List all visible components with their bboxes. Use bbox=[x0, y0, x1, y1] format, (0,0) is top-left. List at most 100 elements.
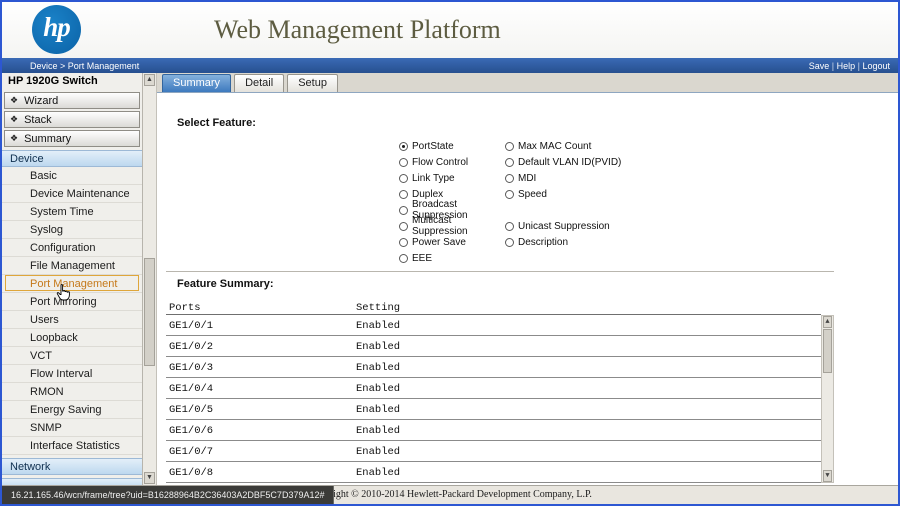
sidebar-scrollbar[interactable]: ▲ ▼ bbox=[143, 73, 157, 485]
sidebar-item-summary[interactable]: ❖ Summary bbox=[4, 130, 140, 147]
feature-option-flow-control[interactable]: Flow Control bbox=[399, 157, 505, 168]
sidebar-item-stack[interactable]: ❖ Stack bbox=[4, 111, 140, 128]
table-row[interactable]: GE1/0/4 Enabled bbox=[166, 378, 821, 399]
feature-option-portstate[interactable]: PortState bbox=[399, 141, 505, 152]
radio-flow-control[interactable] bbox=[399, 157, 408, 167]
sidebar-item-device-maintenance[interactable]: Device Maintenance bbox=[2, 185, 142, 203]
radio-default-vlan-id-pvid[interactable] bbox=[505, 157, 514, 167]
radio-multicast-suppression[interactable] bbox=[399, 221, 408, 231]
sidebar-item-device[interactable]: Device bbox=[2, 150, 142, 167]
feature-option-eee[interactable]: EEE bbox=[399, 253, 505, 264]
radio-duplex[interactable] bbox=[399, 189, 408, 199]
scroll-down-icon[interactable]: ▼ bbox=[823, 470, 832, 482]
sidebar-item-syslog[interactable]: Syslog bbox=[2, 221, 142, 239]
sidebar-item-port-management[interactable]: Port Management bbox=[2, 275, 142, 293]
sidebar-item-rmon[interactable]: RMON bbox=[2, 383, 142, 401]
feature-row: Link Type MDI bbox=[399, 170, 621, 186]
sidebar-item-label: SNMP bbox=[30, 421, 62, 434]
feature-option-duplex[interactable]: Duplex bbox=[399, 189, 505, 200]
radio-eee[interactable] bbox=[399, 253, 408, 263]
radio-unicast-suppression[interactable] bbox=[505, 221, 514, 231]
table-scrollbar-thumb[interactable] bbox=[823, 329, 832, 373]
table-row[interactable]: GE1/0/1 Enabled bbox=[166, 315, 821, 336]
table-scrollbar[interactable]: ▲ ▼ bbox=[821, 315, 834, 483]
topbar: Device > Port Management Save | Help | L… bbox=[2, 58, 898, 73]
column-header-setting: Setting bbox=[356, 301, 401, 314]
sidebar-item-label: VCT bbox=[30, 349, 52, 362]
table-row[interactable]: GE1/0/8 Enabled bbox=[166, 462, 821, 483]
feature-option-description[interactable]: Description bbox=[505, 237, 568, 248]
sidebar-item-network[interactable]: Network bbox=[2, 458, 142, 475]
main-panel: Summary Detail Setup Select Feature: PortS… bbox=[157, 73, 898, 485]
sidebar-item-snmp[interactable]: SNMP bbox=[2, 419, 142, 437]
feature-option-label: EEE bbox=[412, 252, 433, 264]
table-row[interactable]: GE1/0/3 Enabled bbox=[166, 357, 821, 378]
page-title: Web Management Platform bbox=[214, 15, 501, 44]
radio-link-type[interactable] bbox=[399, 173, 408, 183]
sidebar-item-energy-saving[interactable]: Energy Saving bbox=[2, 401, 142, 419]
table-row[interactable]: GE1/0/5 Enabled bbox=[166, 399, 821, 420]
scroll-up-icon[interactable]: ▲ bbox=[144, 74, 155, 86]
sidebar-item-port-mirroring[interactable]: Port Mirroring bbox=[2, 293, 142, 311]
tab-detail[interactable]: Detail bbox=[234, 74, 285, 92]
sidebar-item-file-management[interactable]: File Management bbox=[2, 257, 142, 275]
feature-option-power-save[interactable]: Power Save bbox=[399, 237, 505, 248]
feature-option-link-type[interactable]: Link Type bbox=[399, 173, 505, 184]
sidebar-item-label: Port Management bbox=[30, 277, 118, 290]
sidebar-item-users[interactable]: Users bbox=[2, 311, 142, 329]
feature-option-default-vlan-id-pvid[interactable]: Default VLAN ID(PVID) bbox=[505, 157, 621, 168]
sidebar-item-configuration[interactable]: Configuration bbox=[2, 239, 142, 257]
feature-option-max-mac-count[interactable]: Max MAC Count bbox=[505, 141, 591, 152]
sidebar-item-partial[interactable] bbox=[2, 478, 142, 485]
radio-broadcast-suppression[interactable] bbox=[399, 205, 408, 215]
diamond-icon: ❖ bbox=[10, 114, 19, 124]
radio-power-save[interactable] bbox=[399, 237, 408, 247]
sidebar-item-system-time[interactable]: System Time bbox=[2, 203, 142, 221]
tab-summary[interactable]: Summary bbox=[162, 74, 232, 92]
radio-speed[interactable] bbox=[505, 189, 514, 199]
toplink-save[interactable]: Save bbox=[809, 61, 830, 71]
radio-mdi[interactable] bbox=[505, 173, 514, 183]
sidebar-item-label: Interface Statistics bbox=[30, 439, 120, 452]
section-divider bbox=[166, 271, 834, 272]
toplink-logout[interactable]: Logout bbox=[862, 61, 890, 71]
sidebar-item-label: RMON bbox=[30, 385, 64, 398]
sidebar-item-loopback[interactable]: Loopback bbox=[2, 329, 142, 347]
feature-option-multicast-suppression[interactable]: Multicast Suppression bbox=[399, 215, 505, 237]
sidebar-item-label: Syslog bbox=[30, 223, 64, 236]
radio-description[interactable] bbox=[505, 237, 514, 247]
table-row[interactable]: GE1/0/7 Enabled bbox=[166, 441, 821, 462]
sidebar-item-interface-statistics[interactable]: Interface Statistics bbox=[2, 437, 142, 455]
sidebar-item-basic[interactable]: Basic bbox=[2, 167, 142, 185]
app-window: hp Web Management Platform Device > Port… bbox=[0, 0, 900, 506]
sidebar-item-label: Network bbox=[10, 460, 51, 473]
breadcrumb: Device > Port Management bbox=[30, 60, 140, 71]
setting-cell: Enabled bbox=[356, 320, 401, 332]
radio-portstate[interactable] bbox=[399, 141, 408, 151]
feature-option-label: Power Save bbox=[412, 236, 466, 248]
scroll-down-icon[interactable]: ▼ bbox=[144, 472, 155, 484]
toplink-help[interactable]: Help bbox=[837, 61, 856, 71]
setting-cell: Enabled bbox=[356, 383, 401, 395]
feature-option-label: Default VLAN ID(PVID) bbox=[518, 156, 622, 168]
radio-max-mac-count[interactable] bbox=[505, 141, 514, 151]
sidebar-item-wizard[interactable]: ❖ Wizard bbox=[4, 92, 140, 109]
table-row[interactable]: GE1/0/2 Enabled bbox=[166, 336, 821, 357]
port-cell: GE1/0/5 bbox=[169, 404, 214, 416]
sidebar-scrollbar-thumb[interactable] bbox=[144, 258, 155, 366]
table-row[interactable]: GE1/0/6 Enabled bbox=[166, 420, 821, 441]
sidebar-item-label: Device bbox=[10, 152, 44, 165]
sidebar-item-label: Flow Interval bbox=[30, 367, 93, 380]
scroll-up-icon[interactable]: ▲ bbox=[823, 316, 832, 328]
port-cell: GE1/0/8 bbox=[169, 467, 214, 479]
tab-setup[interactable]: Setup bbox=[287, 74, 338, 92]
setting-cell: Enabled bbox=[356, 404, 401, 416]
setting-cell: Enabled bbox=[356, 341, 401, 353]
feature-option-speed[interactable]: Speed bbox=[505, 189, 547, 200]
setting-cell: Enabled bbox=[356, 446, 401, 458]
sidebar-item-flow-interval[interactable]: Flow Interval bbox=[2, 365, 142, 383]
feature-option-mdi[interactable]: MDI bbox=[505, 173, 536, 184]
feature-option-unicast-suppression[interactable]: Unicast Suppression bbox=[505, 221, 610, 232]
feature-grid: PortState Max MAC Count Flow Control Defaul… bbox=[399, 138, 621, 266]
sidebar-item-vct[interactable]: VCT bbox=[2, 347, 142, 365]
